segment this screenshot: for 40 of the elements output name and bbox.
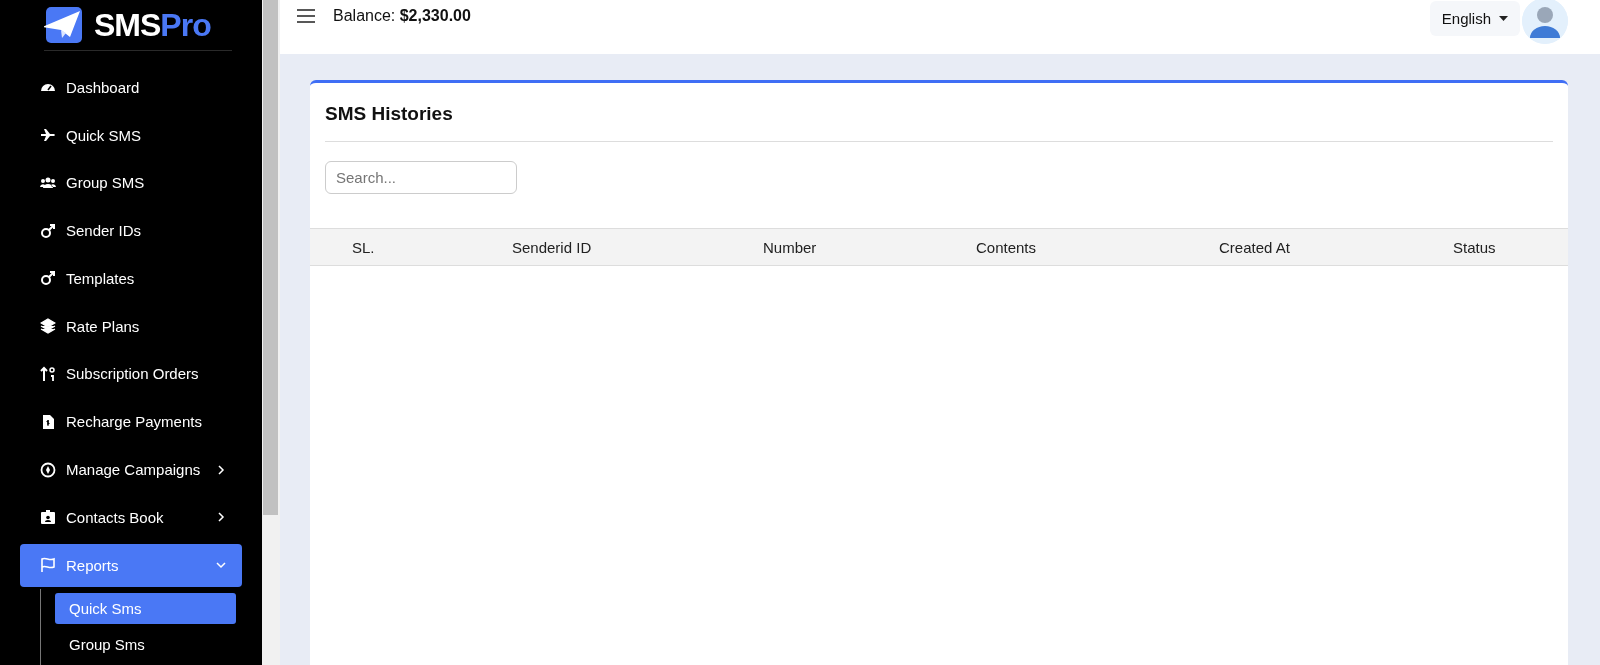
column-header: Number (763, 238, 818, 256)
submenu-item[interactable]: Group Sms (55, 629, 236, 660)
scrollbar-thumb[interactable] (263, 0, 278, 515)
search-field[interactable]: Search... (325, 161, 517, 194)
column-header: Contents (976, 238, 1038, 256)
language-dropdown[interactable]: English (1429, 0, 1520, 36)
menu-icon[interactable] (296, 8, 316, 24)
compass-icon (40, 461, 56, 478)
sidebar-item[interactable]: Group SMS (20, 161, 242, 205)
column-header: SL. (352, 238, 376, 256)
sidebar-item[interactable]: Rate Plans (20, 304, 242, 348)
sidebar-item[interactable]: Subscription Orders (20, 352, 242, 396)
sidebar-item[interactable]: Contacts Book (20, 495, 242, 539)
chevron-icon (216, 512, 226, 523)
sidebar-item[interactable]: Recharge Payments (20, 400, 242, 444)
balance-text: Balance: $2,330.00 (333, 7, 472, 25)
flag-icon (40, 557, 56, 574)
sidebar-item[interactable]: Dashboard (20, 65, 242, 109)
sidebar-item[interactable]: Quick SMS (20, 113, 242, 157)
column-header: Senderid ID (512, 238, 593, 256)
sidebar-item[interactable]: Manage Campaigns (20, 448, 242, 492)
layers-icon (40, 318, 56, 335)
plane-icon (40, 127, 56, 144)
badge-icon (40, 509, 56, 526)
card-title: SMS Histories (324, 102, 454, 126)
mars-icon (40, 270, 56, 287)
submenu-item[interactable]: Quick Sms (55, 593, 236, 624)
chevron-icon (216, 560, 226, 571)
sidebar-item[interactable]: Reports (20, 543, 242, 587)
paper-plane-logo-icon (44, 5, 84, 46)
sidebar-item[interactable]: Sender IDs (20, 209, 242, 253)
column-header: Status (1453, 238, 1497, 256)
sidebar-item[interactable]: Templates (20, 256, 242, 300)
brand-name[interactable]: SMSPro (94, 6, 211, 44)
invoice-icon (40, 413, 56, 430)
sort-icon (40, 366, 56, 382)
chevron-icon (216, 464, 226, 475)
column-header: Created At (1219, 238, 1291, 256)
mars-icon (40, 222, 56, 239)
caret-icon (1499, 15, 1508, 21)
